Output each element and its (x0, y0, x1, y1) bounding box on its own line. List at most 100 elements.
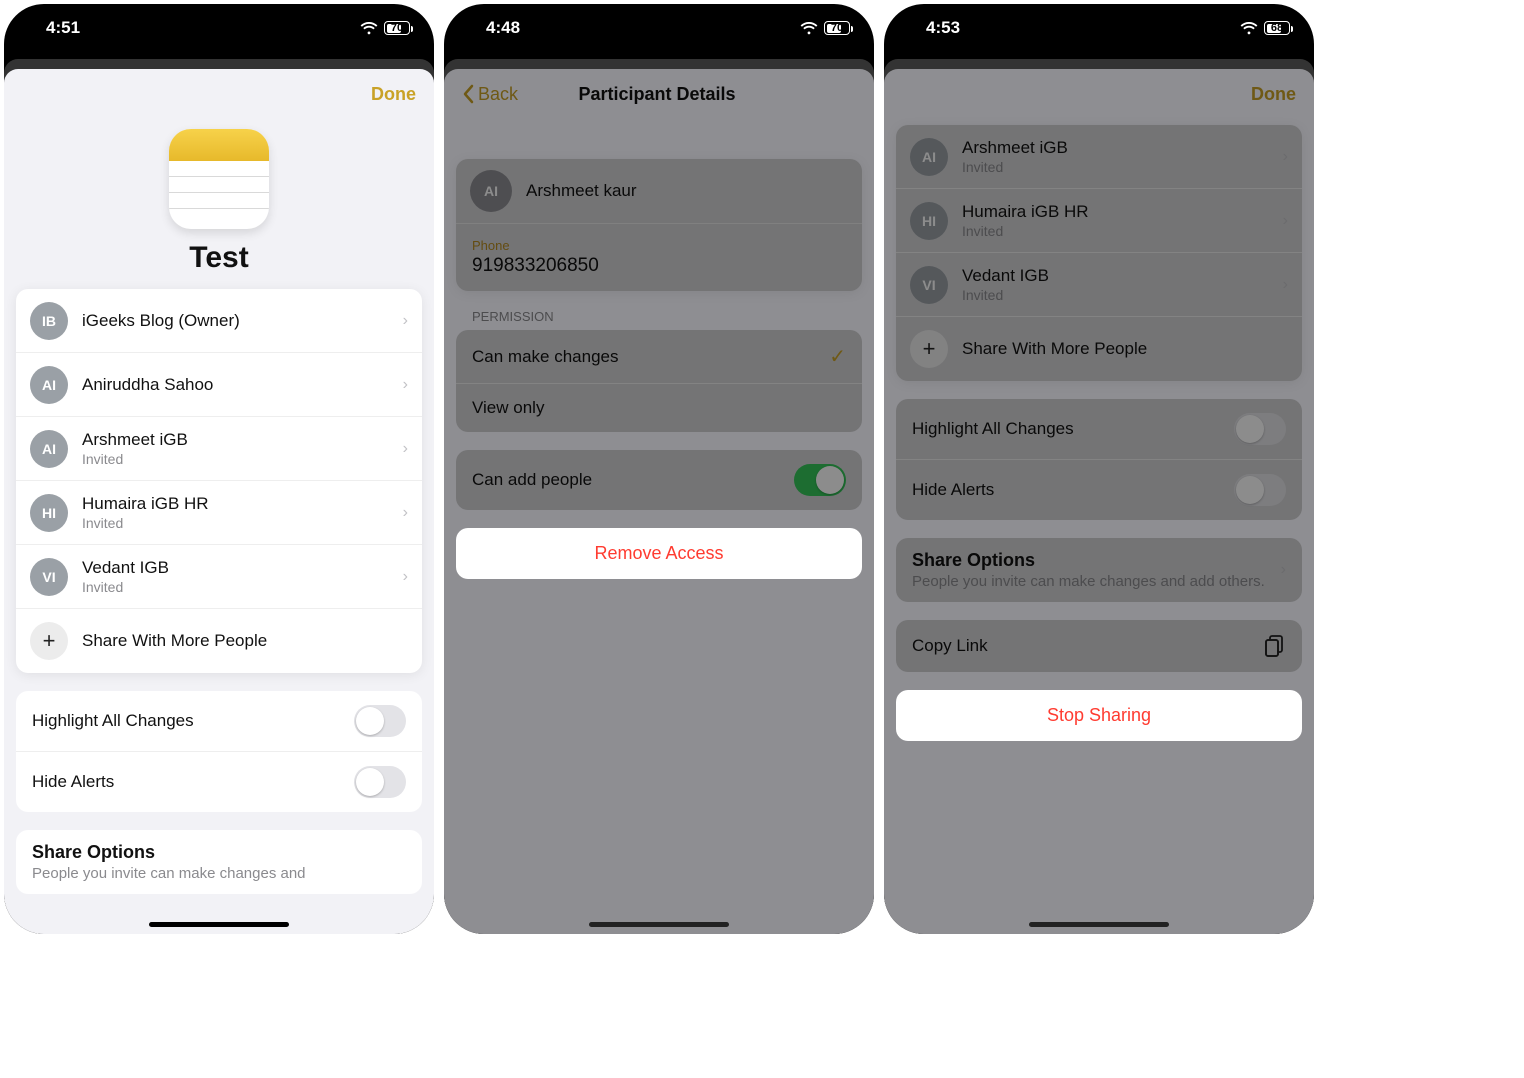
participant-status: Invited (82, 579, 389, 595)
chevron-right-icon: › (1281, 561, 1286, 579)
share-options-row[interactable]: Share Options People you invite can make… (896, 538, 1302, 602)
done-button[interactable]: Done (371, 84, 416, 105)
checkmark-icon: ✓ (829, 344, 846, 369)
participant-row[interactable]: HI Humaira iGB HR Invited › (16, 481, 422, 545)
chevron-right-icon: › (403, 504, 408, 522)
remove-access-label: Remove Access (594, 543, 723, 563)
battery-icon: 70 (384, 21, 410, 35)
plus-icon: + (30, 622, 68, 660)
highlight-changes-toggle[interactable] (354, 705, 406, 737)
participant-row[interactable]: HI Humaira iGB HR Invited › (896, 189, 1302, 253)
perm-view-label: View only (472, 398, 544, 418)
avatar: IB (30, 302, 68, 340)
share-options-title: Share Options (912, 550, 1271, 571)
can-add-toggle[interactable] (794, 464, 846, 496)
status-time: 4:51 (28, 18, 360, 38)
permission-group: Can make changes ✓ View only (456, 330, 862, 432)
phone-field-value[interactable]: 919833206850 (456, 255, 862, 291)
perm-edit-label: Can make changes (472, 347, 618, 367)
battery-icon: 68 (1264, 21, 1290, 35)
participant-row[interactable]: VI Vedant IGB Invited › (896, 253, 1302, 317)
battery-icon: 70 (824, 21, 850, 35)
done-button[interactable]: Done (1251, 84, 1296, 105)
perm-view-row[interactable]: View only (456, 384, 862, 432)
chevron-right-icon: › (403, 568, 408, 586)
share-more-row[interactable]: + Share With More People (16, 609, 422, 673)
can-add-label: Can add people (472, 470, 592, 490)
permission-section-label: PERMISSION (444, 309, 874, 330)
chevron-right-icon: › (1283, 212, 1288, 230)
participant-status: Invited (962, 159, 1269, 175)
participant-status: Invited (82, 451, 389, 467)
share-options-sub: People you invite can make changes and a… (912, 573, 1271, 590)
avatar: AI (30, 430, 68, 468)
highlight-changes-row[interactable]: Highlight All Changes (16, 691, 422, 752)
home-indicator[interactable] (149, 922, 289, 927)
copy-link-icon (1264, 634, 1286, 658)
highlight-changes-row[interactable]: Highlight All Changes (896, 399, 1302, 460)
contact-name: Arshmeet kaur (526, 181, 848, 201)
note-title: Test (4, 241, 434, 275)
toggle-group: Highlight All Changes Hide Alerts (16, 691, 422, 812)
phone-screen-2: 4:48 70 Back Participant Details (444, 4, 874, 934)
home-indicator[interactable] (1029, 922, 1169, 927)
stop-sharing-button[interactable]: Stop Sharing (896, 690, 1302, 741)
share-more-row[interactable]: + Share With More People (896, 317, 1302, 381)
participant-name: Vedant IGB (82, 558, 389, 578)
highlight-changes-label: Highlight All Changes (912, 419, 1074, 439)
plus-icon: + (910, 330, 948, 368)
status-time: 4:48 (468, 18, 800, 38)
chevron-right-icon: › (403, 440, 408, 458)
notes-app-icon (169, 129, 269, 229)
avatar: VI (910, 266, 948, 304)
contact-card: AI Arshmeet kaur Phone 919833206850 (456, 159, 862, 291)
avatar: HI (30, 494, 68, 532)
phone-screen-1: 4:51 70 Done Test IB (4, 4, 434, 934)
stop-sharing-label: Stop Sharing (1047, 705, 1151, 725)
participant-row[interactable]: IB iGeeks Blog (Owner) › (16, 289, 422, 353)
participant-row[interactable]: AI Arshmeet iGB Invited › (896, 125, 1302, 189)
participant-name: Aniruddha Sahoo (82, 375, 389, 395)
page-title: Participant Details (458, 84, 856, 105)
participant-row[interactable]: VI Vedant IGB Invited › (16, 545, 422, 609)
chevron-right-icon: › (403, 312, 408, 330)
participants-list: IB iGeeks Blog (Owner) › AI Aniruddha Sa… (16, 289, 422, 673)
avatar: VI (30, 558, 68, 596)
hide-alerts-toggle[interactable] (354, 766, 406, 798)
status-bar: 4:53 68 (884, 4, 1314, 52)
share-options-title: Share Options (32, 842, 406, 863)
wifi-icon (800, 22, 818, 35)
wifi-icon (360, 22, 378, 35)
can-add-row[interactable]: Can add people (456, 450, 862, 510)
participant-row[interactable]: AI Aniruddha Sahoo › (16, 353, 422, 417)
avatar: AI (470, 170, 512, 212)
copy-link-row[interactable]: Copy Link (896, 620, 1302, 672)
status-time: 4:53 (908, 18, 1240, 38)
share-options-sub: People you invite can make changes and (32, 865, 406, 882)
participant-name: Humaira iGB HR (962, 202, 1269, 222)
wifi-icon (1240, 22, 1258, 35)
highlight-changes-label: Highlight All Changes (32, 711, 194, 731)
chevron-right-icon: › (1283, 276, 1288, 294)
hide-alerts-label: Hide Alerts (32, 772, 114, 792)
can-add-group: Can add people (456, 450, 862, 510)
hide-alerts-row[interactable]: Hide Alerts (16, 752, 422, 812)
share-options-row[interactable]: Share Options People you invite can make… (16, 830, 422, 894)
share-more-label: Share With More People (962, 339, 1288, 359)
hide-alerts-row[interactable]: Hide Alerts (896, 460, 1302, 520)
highlight-changes-toggle[interactable] (1234, 413, 1286, 445)
home-indicator[interactable] (589, 922, 729, 927)
remove-access-button[interactable]: Remove Access (456, 528, 862, 579)
chevron-right-icon: › (1283, 148, 1288, 166)
toggle-group: Highlight All Changes Hide Alerts (896, 399, 1302, 520)
participant-status: Invited (962, 223, 1269, 239)
hide-alerts-toggle[interactable] (1234, 474, 1286, 506)
perm-edit-row[interactable]: Can make changes ✓ (456, 330, 862, 384)
participant-status: Invited (82, 515, 389, 531)
phone-field-label: Phone (456, 224, 862, 255)
participant-row[interactable]: AI Arshmeet iGB Invited › (16, 417, 422, 481)
hide-alerts-label: Hide Alerts (912, 480, 994, 500)
copy-link-label: Copy Link (912, 636, 988, 656)
participant-name: Arshmeet iGB (962, 138, 1269, 158)
participant-name: Vedant IGB (962, 266, 1269, 286)
